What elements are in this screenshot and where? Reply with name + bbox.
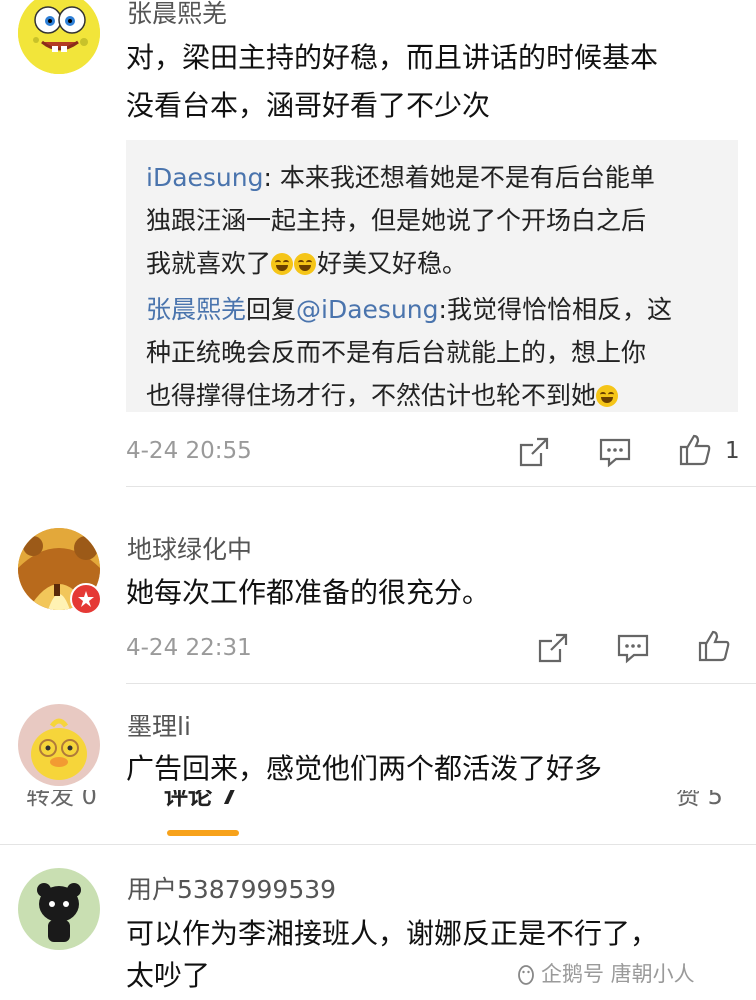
comment-username[interactable]: 用户5387999539 — [127, 870, 336, 906]
mention-link[interactable]: @iDaesung — [296, 295, 438, 324]
divider — [0, 844, 756, 845]
comment-text: 对，梁田主持的好稳，而且讲话的时候基本 — [126, 41, 659, 74]
like-count: 1 — [725, 438, 740, 464]
divider — [126, 683, 756, 684]
avatar[interactable] — [18, 704, 100, 786]
thumbs-up-icon[interactable] — [697, 629, 731, 663]
tab-reposts[interactable]: 转发 0 — [26, 790, 97, 811]
share-icon[interactable] — [517, 435, 551, 469]
comment-username[interactable]: 地球绿化中 — [127, 530, 252, 566]
tab-comments[interactable]: 评论 7 — [164, 790, 237, 811]
comment-timestamp: 4-24 22:31 — [126, 635, 252, 661]
share-icon[interactable] — [536, 631, 570, 665]
comment-text: 太吵了 — [126, 959, 211, 992]
comment-text: 没看台本，涵哥好看了不少次 — [126, 89, 491, 122]
reply-line: iDaesung: 本来我还想着她是不是有后台能单 — [146, 163, 655, 192]
comment-username[interactable]: 墨理li — [127, 707, 191, 743]
comment-username[interactable]: 张晨熙羌 — [127, 0, 227, 30]
reply-line: 也得撑得住场才行，不然估计也轮不到她 — [146, 374, 619, 417]
reply-line: 张晨熙羌回复@iDaesung:我觉得恰恰相反，这 — [146, 295, 672, 324]
comment-text: 她每次工作都准备的很充分。 — [126, 576, 491, 609]
tab-bar: 转发 0 评论 7 赞 5 — [0, 790, 756, 842]
watermark: 企鹅号 唐朝小人 — [515, 958, 695, 988]
reply-thread[interactable]: iDaesung: 本来我还想着她是不是有后台能单 独跟汪涵一起主持，但是她说了… — [126, 140, 738, 412]
reply-line: 独跟汪涵一起主持，但是她说了个开场白之后 — [146, 206, 647, 235]
thumbs-up-icon[interactable] — [678, 433, 712, 467]
reply-line: 我就喜欢了 好美又好稳。 — [146, 249, 468, 278]
avatar[interactable] — [18, 868, 100, 950]
laugh-cry-emoji — [294, 253, 317, 275]
avatar[interactable] — [18, 0, 100, 74]
penguin-logo-icon — [515, 963, 537, 985]
tab-likes[interactable]: 赞 5 — [676, 790, 723, 811]
comment-icon[interactable] — [616, 631, 650, 665]
verified-badge-icon — [70, 583, 102, 615]
comment-timestamp: 4-24 20:55 — [126, 438, 252, 464]
laugh-cry-emoji — [271, 253, 294, 275]
divider — [126, 486, 756, 487]
comment-text: 广告回来，感觉他们两个都活泼了好多 — [126, 752, 603, 785]
reply-username-link[interactable]: 张晨熙羌 — [146, 295, 246, 324]
comment-text: 可以作为李湘接班人，谢娜反正是不行了， — [126, 917, 659, 950]
comment-icon[interactable] — [598, 435, 632, 469]
active-tab-indicator — [167, 830, 239, 836]
reply-line: 种正统晚会反而不是有后台就能上的，想上你 — [146, 338, 647, 367]
laugh-cry-emoji — [596, 385, 619, 407]
mention-link[interactable]: iDaesung — [146, 163, 263, 192]
